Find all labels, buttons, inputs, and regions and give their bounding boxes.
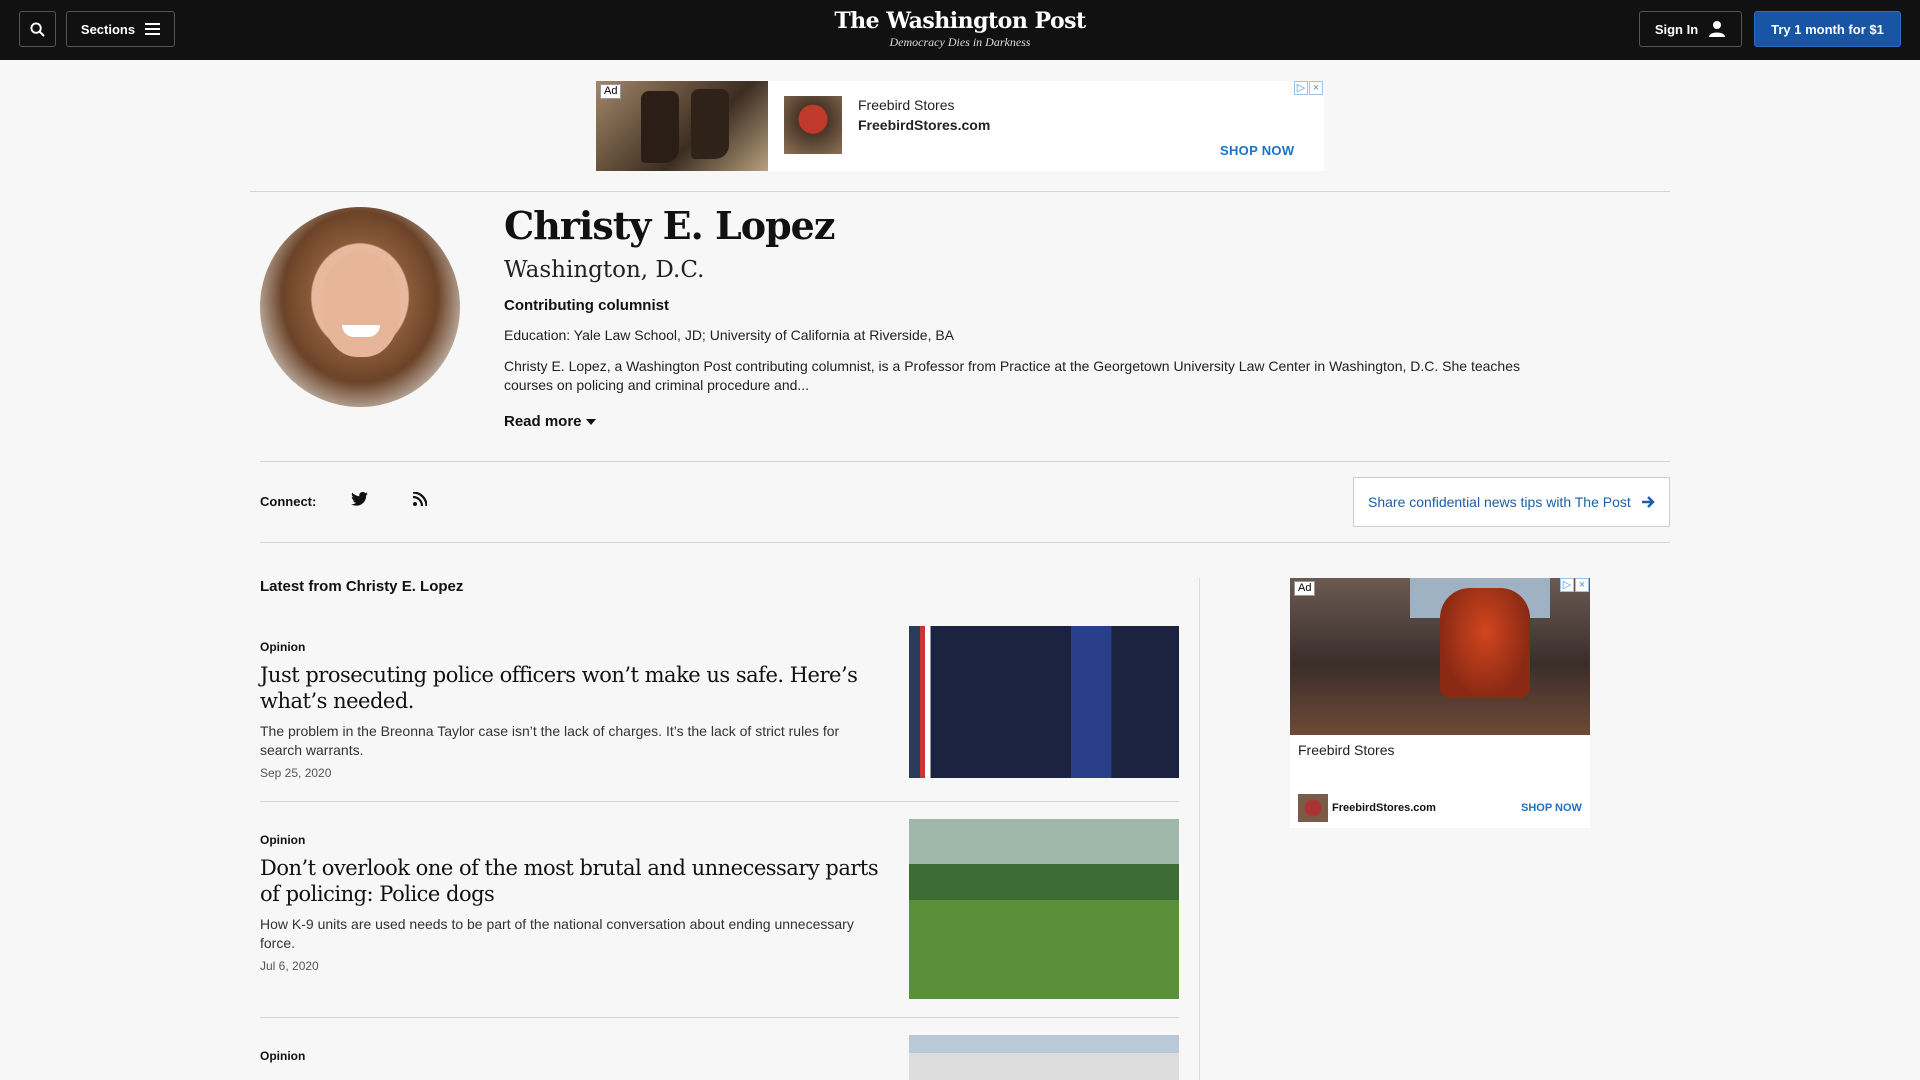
sidebar-ad[interactable]: Ad ▷ × Freebird Stores FreebirdStores.co… xyxy=(1290,578,1590,828)
column-divider xyxy=(1199,578,1200,1080)
user-icon xyxy=(1709,21,1726,37)
article-summary: The problem in the Breonna Taylor case i… xyxy=(260,723,840,758)
ad-badge: Ad xyxy=(600,84,622,99)
boot-shape xyxy=(1440,588,1530,698)
article-kicker[interactable]: Opinion xyxy=(260,640,305,654)
close-icon[interactable]: × xyxy=(1575,578,1589,592)
news-tips-label: Share confidential news tips with The Po… xyxy=(1368,494,1631,510)
ad-thumbnail xyxy=(1298,794,1328,822)
divider xyxy=(260,1017,1179,1018)
article-kicker[interactable]: Opinion xyxy=(260,1049,305,1063)
article-item[interactable]: Opinion xyxy=(260,1035,1179,1080)
tagline: Democracy Dies in Darkness xyxy=(889,35,1031,49)
adchoices-controls[interactable]: ▷ × xyxy=(1560,578,1589,592)
adchoices-controls[interactable]: ▷ × xyxy=(1294,81,1323,95)
article-headline[interactable]: Just prosecuting police officers won’t m… xyxy=(260,662,880,714)
read-more-button[interactable]: Read more xyxy=(504,413,596,430)
author-bio: Christy E. Lopez, a Washington Post cont… xyxy=(504,358,1520,393)
author-avatar xyxy=(260,207,460,407)
avatar-face xyxy=(322,253,400,357)
article-headline[interactable]: Don’t overlook one of the most brutal an… xyxy=(260,855,880,907)
hamburger-icon xyxy=(145,23,161,35)
search-button[interactable] xyxy=(19,11,56,47)
article-image[interactable] xyxy=(909,1035,1179,1080)
ad-shop-now-link[interactable]: SHOP NOW xyxy=(1220,143,1294,158)
news-tips-link[interactable]: Share confidential news tips with The Po… xyxy=(1353,477,1670,527)
sections-label: Sections xyxy=(80,21,136,37)
article-date: Jul 6, 2020 xyxy=(260,959,319,973)
article-summary: How K-9 units are used needs to be part … xyxy=(260,916,854,951)
article-image[interactable] xyxy=(909,626,1179,778)
author-location: Washington, D.C. xyxy=(504,257,705,283)
article-date: Sep 25, 2020 xyxy=(260,766,332,780)
close-icon[interactable]: × xyxy=(1309,81,1323,95)
logo-text: The Washington Post xyxy=(834,8,1086,34)
ad-advertiser-name: Freebird Stores xyxy=(858,97,955,113)
subscribe-button[interactable]: Try 1 month for $1 xyxy=(1754,11,1901,47)
author-role: Contributing columnist xyxy=(504,297,669,314)
arrow-right-icon xyxy=(1641,496,1655,508)
connect-label: Connect: xyxy=(260,494,317,509)
ad-boot-image xyxy=(1290,578,1590,735)
divider xyxy=(260,801,1179,802)
rss-icon[interactable] xyxy=(413,492,427,506)
twitter-icon[interactable] xyxy=(351,492,368,506)
read-more-label: Read more xyxy=(504,413,582,430)
adchoices-icon[interactable]: ▷ xyxy=(1294,81,1308,95)
sections-menu-button[interactable]: Sections xyxy=(66,11,175,47)
divider xyxy=(260,461,1670,462)
adchoices-icon[interactable]: ▷ xyxy=(1560,578,1574,592)
ad-shop-now-link[interactable]: SHOP NOW xyxy=(1521,802,1582,814)
search-icon xyxy=(30,21,45,37)
ad-thumbnail xyxy=(784,96,842,154)
article-item[interactable]: Opinion Just prosecuting police officers… xyxy=(260,626,1179,802)
avatar-smile xyxy=(342,325,380,337)
ad-url: FreebirdStores.com xyxy=(858,117,991,133)
divider xyxy=(260,542,1670,543)
divider xyxy=(250,191,1670,192)
author-name: Christy E. Lopez xyxy=(504,203,835,248)
author-education: Education: Yale Law School, JD; Universi… xyxy=(504,327,955,343)
ad-url: FreebirdStores.com xyxy=(1332,802,1436,814)
ad-badge: Ad xyxy=(1294,581,1316,596)
top-navigation-bar: Sections The Washington Post Democracy D… xyxy=(0,0,1920,60)
top-banner-ad[interactable]: Ad Freebird Stores FreebirdStores.com SH… xyxy=(596,81,1324,171)
article-kicker[interactable]: Opinion xyxy=(260,833,305,847)
article-item[interactable]: Opinion Don’t overlook one of the most b… xyxy=(260,819,1179,1019)
ad-advertiser-name: Freebird Stores xyxy=(1298,742,1395,758)
boot-shape xyxy=(691,89,729,159)
caret-down-icon xyxy=(585,418,596,425)
sign-in-button[interactable]: Sign In xyxy=(1639,11,1742,47)
latest-heading: Latest from Christy E. Lopez xyxy=(260,578,464,595)
boot-shape xyxy=(641,91,679,163)
article-image[interactable] xyxy=(909,819,1179,999)
ad-boots-image xyxy=(596,81,768,171)
masthead-logo[interactable]: The Washington Post Democracy Dies in Da… xyxy=(810,8,1110,50)
sign-in-label: Sign In xyxy=(1654,21,1699,37)
